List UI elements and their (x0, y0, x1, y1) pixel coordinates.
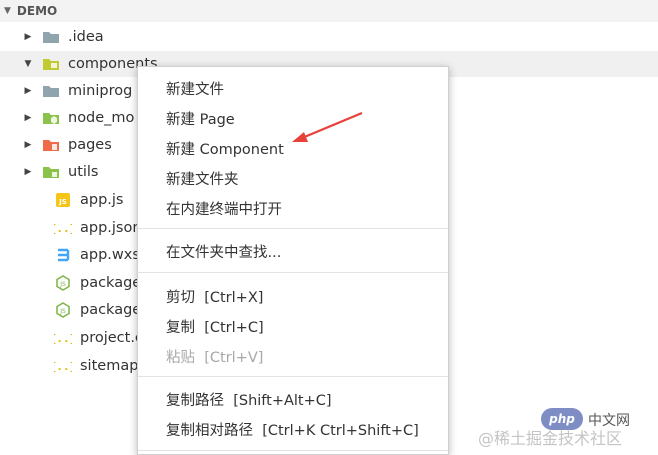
menu-item-label: 在文件夹中查找... (166, 244, 282, 261)
tree-item-label: app.js (80, 192, 124, 208)
menu-separator (138, 272, 448, 273)
chevron-right-icon: ▶ (24, 86, 32, 96)
chevron-right-icon: ▶ (24, 113, 32, 123)
pages-folder-icon (42, 137, 60, 153)
menu-item-label: 新建 Page (166, 111, 235, 128)
menu-item-open-terminal[interactable]: 在内建终端中打开 (138, 193, 448, 223)
json-file-icon: {..} (54, 358, 72, 374)
menu-item-label: 在内建终端中打开 (166, 201, 282, 218)
menu-separator (138, 450, 448, 451)
menu-item-paste[interactable]: 粘贴 [Ctrl+V] (138, 341, 448, 371)
json-file-icon: {..} (54, 330, 72, 346)
svg-text:JS: JS (58, 198, 67, 206)
json-file-icon: {..} (54, 220, 72, 236)
explorer-section-header[interactable]: ▼ DEMO (0, 0, 658, 22)
chevron-down-icon: ▼ (24, 59, 32, 69)
menu-item-new-file[interactable]: 新建文件 (138, 73, 448, 103)
tree-item-idea[interactable]: ▶ .idea (0, 24, 658, 50)
menu-item-label: 复制相对路径 [Ctrl+K Ctrl+Shift+C] (166, 422, 419, 439)
tree-item-label: app.json (80, 220, 142, 236)
menu-item-new-folder[interactable]: 新建文件夹 (138, 163, 448, 193)
menu-item-cut[interactable]: 剪切 [Ctrl+X] (138, 281, 448, 311)
menu-separator (138, 228, 448, 229)
svg-text:JS: JS (59, 308, 66, 315)
node-file-icon: JS (54, 275, 72, 291)
utils-folder-icon (42, 164, 60, 180)
menu-item-label: 新建文件夹 (166, 171, 239, 188)
menu-item-label: 复制路径 [Shift+Alt+C] (166, 392, 332, 409)
tree-item-label: pages (68, 137, 112, 153)
tree-item-label: utils (68, 164, 99, 180)
chevron-right-icon: ▶ (24, 140, 32, 150)
folder-icon (42, 29, 60, 45)
menu-item-copy-path[interactable]: 复制路径 [Shift+Alt+C] (138, 384, 448, 414)
section-title: DEMO (16, 4, 58, 18)
tree-item-label: .idea (68, 29, 104, 45)
chevron-down-icon: ▼ (4, 6, 11, 16)
tree-item-label: miniprog (68, 83, 133, 99)
js-file-icon: JS (54, 192, 72, 208)
node-file-icon: JS (54, 302, 72, 318)
svg-text:JS: JS (59, 281, 66, 288)
folder-icon (42, 83, 60, 99)
svg-text:{..}: {..} (54, 360, 72, 373)
menu-separator (138, 376, 448, 377)
menu-item-label: 新建文件 (166, 81, 224, 98)
chevron-right-icon: ▶ (24, 32, 32, 42)
menu-item-label: 剪切 [Ctrl+X] (166, 289, 264, 306)
menu-item-copy-relative-path[interactable]: 复制相对路径 [Ctrl+K Ctrl+Shift+C] (138, 414, 448, 444)
tree-item-label: node_mo (68, 110, 135, 126)
node-folder-icon (42, 110, 60, 126)
css-file-icon (54, 247, 72, 263)
svg-text:{..}: {..} (54, 332, 72, 345)
menu-item-label: 复制 [Ctrl+C] (166, 319, 264, 336)
annotation-arrow-icon (292, 111, 363, 142)
menu-item-label: 新建 Component (166, 141, 284, 158)
php-badge-label: php (549, 412, 575, 426)
watermark-text: @稀土掘金技术社区 (478, 429, 623, 448)
menu-item-find-in-folder[interactable]: 在文件夹中查找... (138, 236, 448, 266)
components-folder-icon (42, 56, 60, 72)
chevron-right-icon: ▶ (24, 167, 32, 177)
menu-item-copy[interactable]: 复制 [Ctrl+C] (138, 311, 448, 341)
menu-item-label: 粘贴 [Ctrl+V] (166, 349, 264, 366)
svg-text:{..}: {..} (54, 222, 72, 235)
